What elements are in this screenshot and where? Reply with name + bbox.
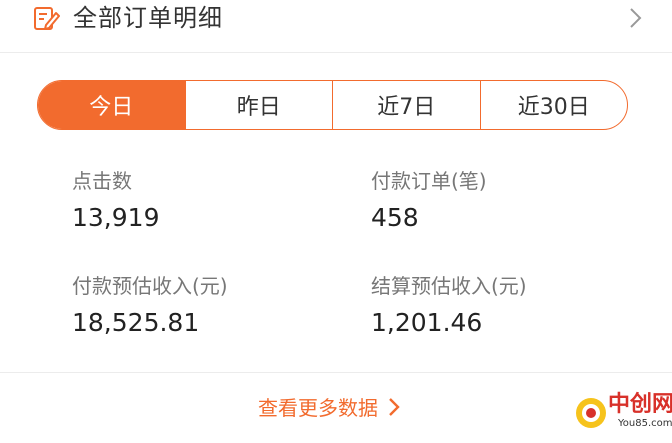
tab-today[interactable]: 今日 — [38, 81, 185, 129]
page-title: 全部订单明细 — [73, 4, 223, 32]
stat-value: 13,919 — [72, 203, 160, 232]
view-more-data-label: 查看更多数据 — [258, 396, 378, 420]
watermark-subtext: You85.com — [618, 418, 672, 429]
header-divider — [0, 52, 672, 53]
stat-value: 458 — [371, 203, 419, 232]
stat-settled-estimated-income: 结算预估收入(元) 1,201.46 — [371, 273, 527, 339]
watermark-text: 中创网 — [608, 392, 672, 417]
tab-yesterday[interactable]: 昨日 — [184, 81, 333, 129]
stat-label: 付款预估收入(元) — [72, 274, 228, 298]
tab-last-30-days[interactable]: 近30日 — [479, 81, 628, 129]
stat-clicks: 点击数 13,919 — [72, 168, 159, 234]
stat-label: 点击数 — [72, 169, 132, 193]
edit-document-icon — [34, 7, 60, 30]
chevron-right-icon — [389, 397, 400, 416]
stat-label: 结算预估收入(元) — [371, 274, 527, 298]
footer-divider — [0, 372, 672, 373]
watermark-logo: 中创网 You85.com — [574, 391, 672, 437]
stat-paid-orders: 付款订单(笔) 458 — [371, 168, 487, 234]
stat-label: 付款订单(笔) — [371, 169, 487, 193]
tab-last-7-days[interactable]: 近7日 — [332, 81, 480, 129]
stat-value: 18,525.81 — [72, 308, 200, 337]
view-more-data-link[interactable]: 查看更多数据 — [258, 392, 400, 421]
date-range-tabs: 今日 昨日 近7日 近30日 — [37, 80, 628, 130]
order-details-header[interactable]: 全部订单明细 — [0, 0, 672, 43]
stat-value: 1,201.46 — [371, 308, 483, 337]
watermark-emblem-icon — [576, 398, 606, 428]
chevron-right-icon[interactable] — [628, 7, 642, 29]
stat-paid-estimated-income: 付款预估收入(元) 18,525.81 — [72, 273, 228, 339]
